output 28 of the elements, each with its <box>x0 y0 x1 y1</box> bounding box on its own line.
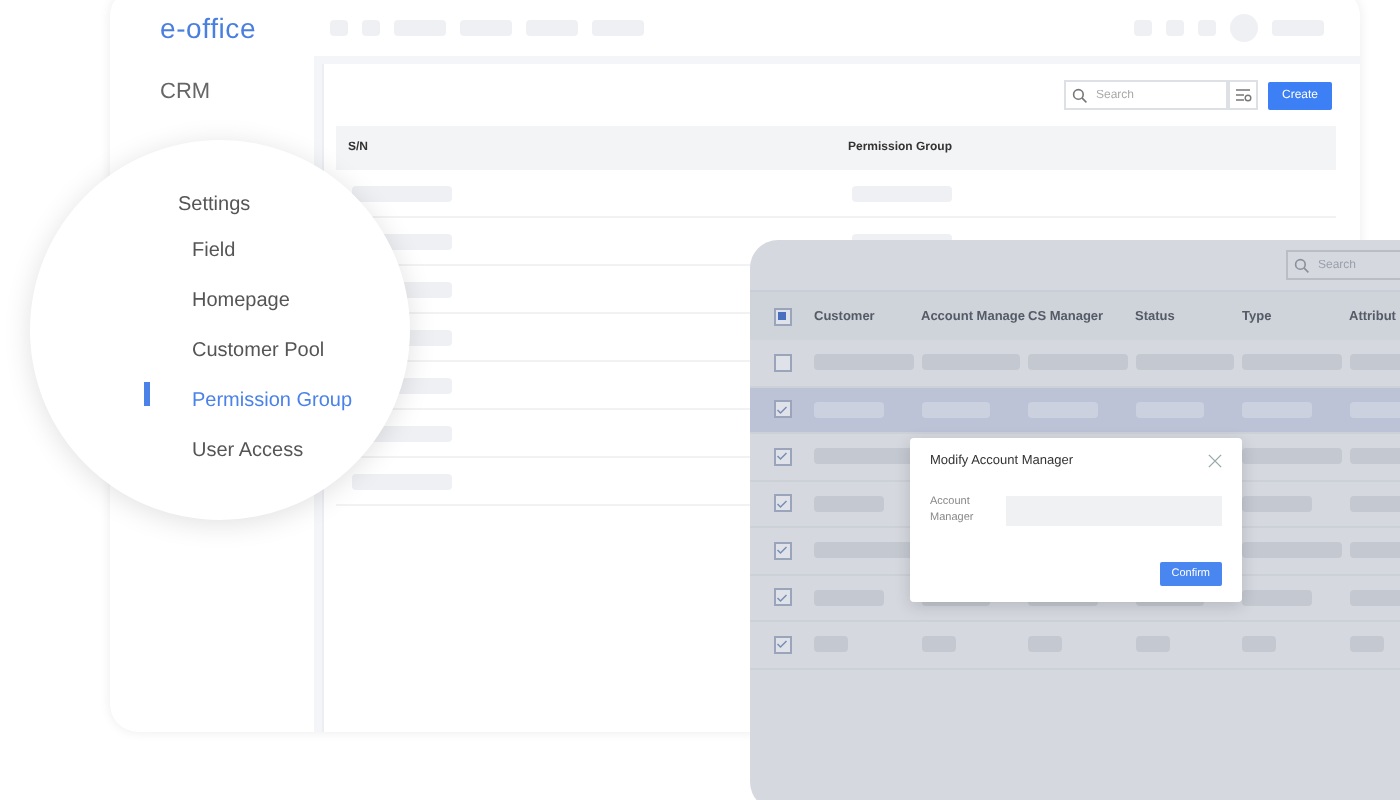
checkbox[interactable] <box>773 635 791 654</box>
menu-item[interactable]: Permission Group <box>192 390 353 412</box>
skeleton-bar <box>1242 495 1312 512</box>
skeleton-bar <box>814 542 913 559</box>
filter-icon[interactable] <box>1227 80 1258 110</box>
search-icon <box>1294 258 1310 274</box>
checkbox[interactable] <box>773 541 791 560</box>
search-icon <box>1071 88 1088 104</box>
checkbox[interactable] <box>773 353 791 372</box>
skeleton-bar <box>1242 589 1312 606</box>
menu-item[interactable]: User Access <box>192 440 304 462</box>
close-icon[interactable] <box>1208 454 1222 468</box>
app-logo: e-office <box>160 12 259 44</box>
checkbox[interactable] <box>773 447 791 466</box>
menu-item[interactable]: Customer Pool <box>192 340 325 362</box>
checkbox[interactable] <box>773 400 791 419</box>
menu-heading: Settings <box>178 194 253 216</box>
checkbox[interactable] <box>773 307 791 325</box>
skeleton-bar <box>814 448 913 465</box>
skeleton-bar <box>352 473 452 489</box>
sidebar-item[interactable]: CRM <box>160 80 314 104</box>
checkbox[interactable] <box>773 588 791 607</box>
checkbox[interactable] <box>773 494 791 513</box>
menu-item[interactable]: Field <box>192 240 236 262</box>
skeleton-bar <box>352 185 452 201</box>
skeleton-bar <box>1242 542 1341 559</box>
menu-item[interactable]: Homepage <box>192 290 290 312</box>
skeleton-bar <box>1242 448 1341 465</box>
